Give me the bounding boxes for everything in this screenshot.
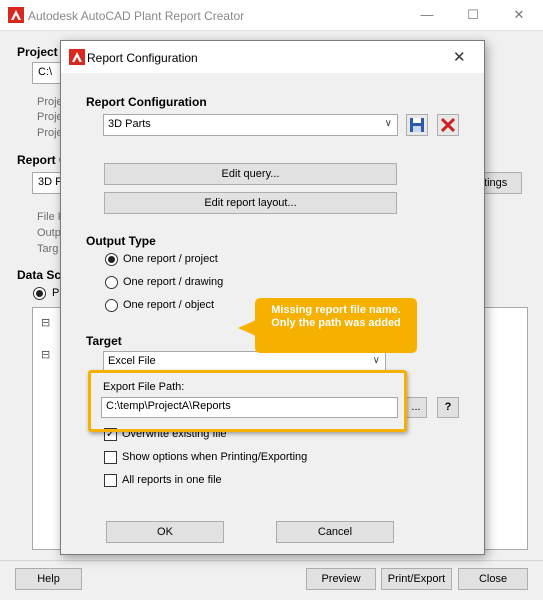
project-label: Project (17, 45, 58, 59)
ok-button[interactable]: OK (106, 521, 224, 543)
section-output-type: Output Type (86, 234, 156, 248)
edit-report-layout-button[interactable]: Edit report layout... (104, 192, 397, 214)
all-reports-checkbox[interactable] (104, 474, 117, 487)
chevron-down-icon: ∨ (384, 118, 392, 129)
print-export-button[interactable]: Print/Export (381, 568, 452, 590)
close-button[interactable]: ✕ (496, 0, 542, 31)
close-main-button[interactable]: Close (458, 568, 528, 590)
section-target: Target (86, 334, 122, 348)
file-row-2: Outp (37, 227, 61, 239)
section-report-configuration: Report Configuration (86, 95, 207, 109)
export-path-highlight (88, 370, 407, 432)
footer-divider (0, 560, 543, 561)
tree-expand-icon[interactable]: ⊟ (41, 348, 50, 361)
path-help-button[interactable]: ? (437, 397, 459, 418)
dialog-close-icon[interactable]: ✕ (453, 48, 466, 66)
maximize-button[interactable]: ☐ (450, 0, 496, 31)
project-row-3: Proje (37, 127, 63, 139)
all-reports-checkbox-label: All reports in one file (122, 474, 222, 486)
report-configuration-select-text: 3D Parts (108, 118, 151, 130)
radio-one-report-project[interactable] (105, 253, 118, 266)
minimize-button[interactable]: — (404, 0, 450, 31)
help-button[interactable]: Help (15, 568, 82, 590)
dialog-title-bar: Report Configuration ✕ (61, 41, 484, 73)
radio-one-report-object-label: One report / object (123, 299, 215, 311)
show-options-checkbox[interactable] (104, 451, 117, 464)
dialog-title: Report Configuration (87, 51, 198, 65)
radio-one-report-object[interactable] (105, 299, 118, 312)
radio-one-report-drawing[interactable] (105, 276, 118, 289)
report-select-text: 3D P (38, 176, 63, 188)
radio-one-report-project-label: One report / project (123, 253, 218, 265)
save-icon (410, 118, 424, 132)
project-row-2: Proje (37, 111, 63, 123)
radio-one-report-drawing-label: One report / drawing (123, 276, 224, 288)
autodesk-logo-icon (69, 49, 85, 65)
main-title-bar: Autodesk AutoCAD Plant Report Creator — … (0, 0, 543, 31)
chevron-down-icon: ∨ (372, 355, 380, 366)
target-select-text: Excel File (108, 355, 156, 367)
autodesk-logo-icon (8, 7, 24, 23)
delete-configuration-button[interactable] (437, 114, 459, 136)
browse-button[interactable]: ... (405, 397, 427, 418)
project-row-1: Proje (37, 96, 63, 108)
cancel-button[interactable]: Cancel (276, 521, 394, 543)
data-source-label: Data Sc (17, 268, 62, 282)
data-source-radio[interactable] (33, 287, 46, 300)
callout-note: Missing report file name. Only the path … (255, 298, 417, 353)
save-configuration-button[interactable] (406, 114, 428, 136)
callout-pointer (238, 320, 256, 336)
data-source-radio-label: P (52, 287, 60, 299)
edit-query-button[interactable]: Edit query... (104, 163, 397, 185)
preview-button[interactable]: Preview (306, 568, 376, 590)
delete-icon (440, 117, 456, 133)
report-configuration-select[interactable]: 3D Parts ∨ (103, 114, 398, 136)
project-path-text: C:\ (38, 66, 53, 78)
app-title: Autodesk AutoCAD Plant Report Creator (28, 9, 245, 23)
file-row-3: Targ (37, 243, 59, 255)
show-options-checkbox-label: Show options when Printing/Exporting (122, 451, 308, 463)
tree-expand-icon[interactable]: ⊟ (41, 316, 50, 329)
